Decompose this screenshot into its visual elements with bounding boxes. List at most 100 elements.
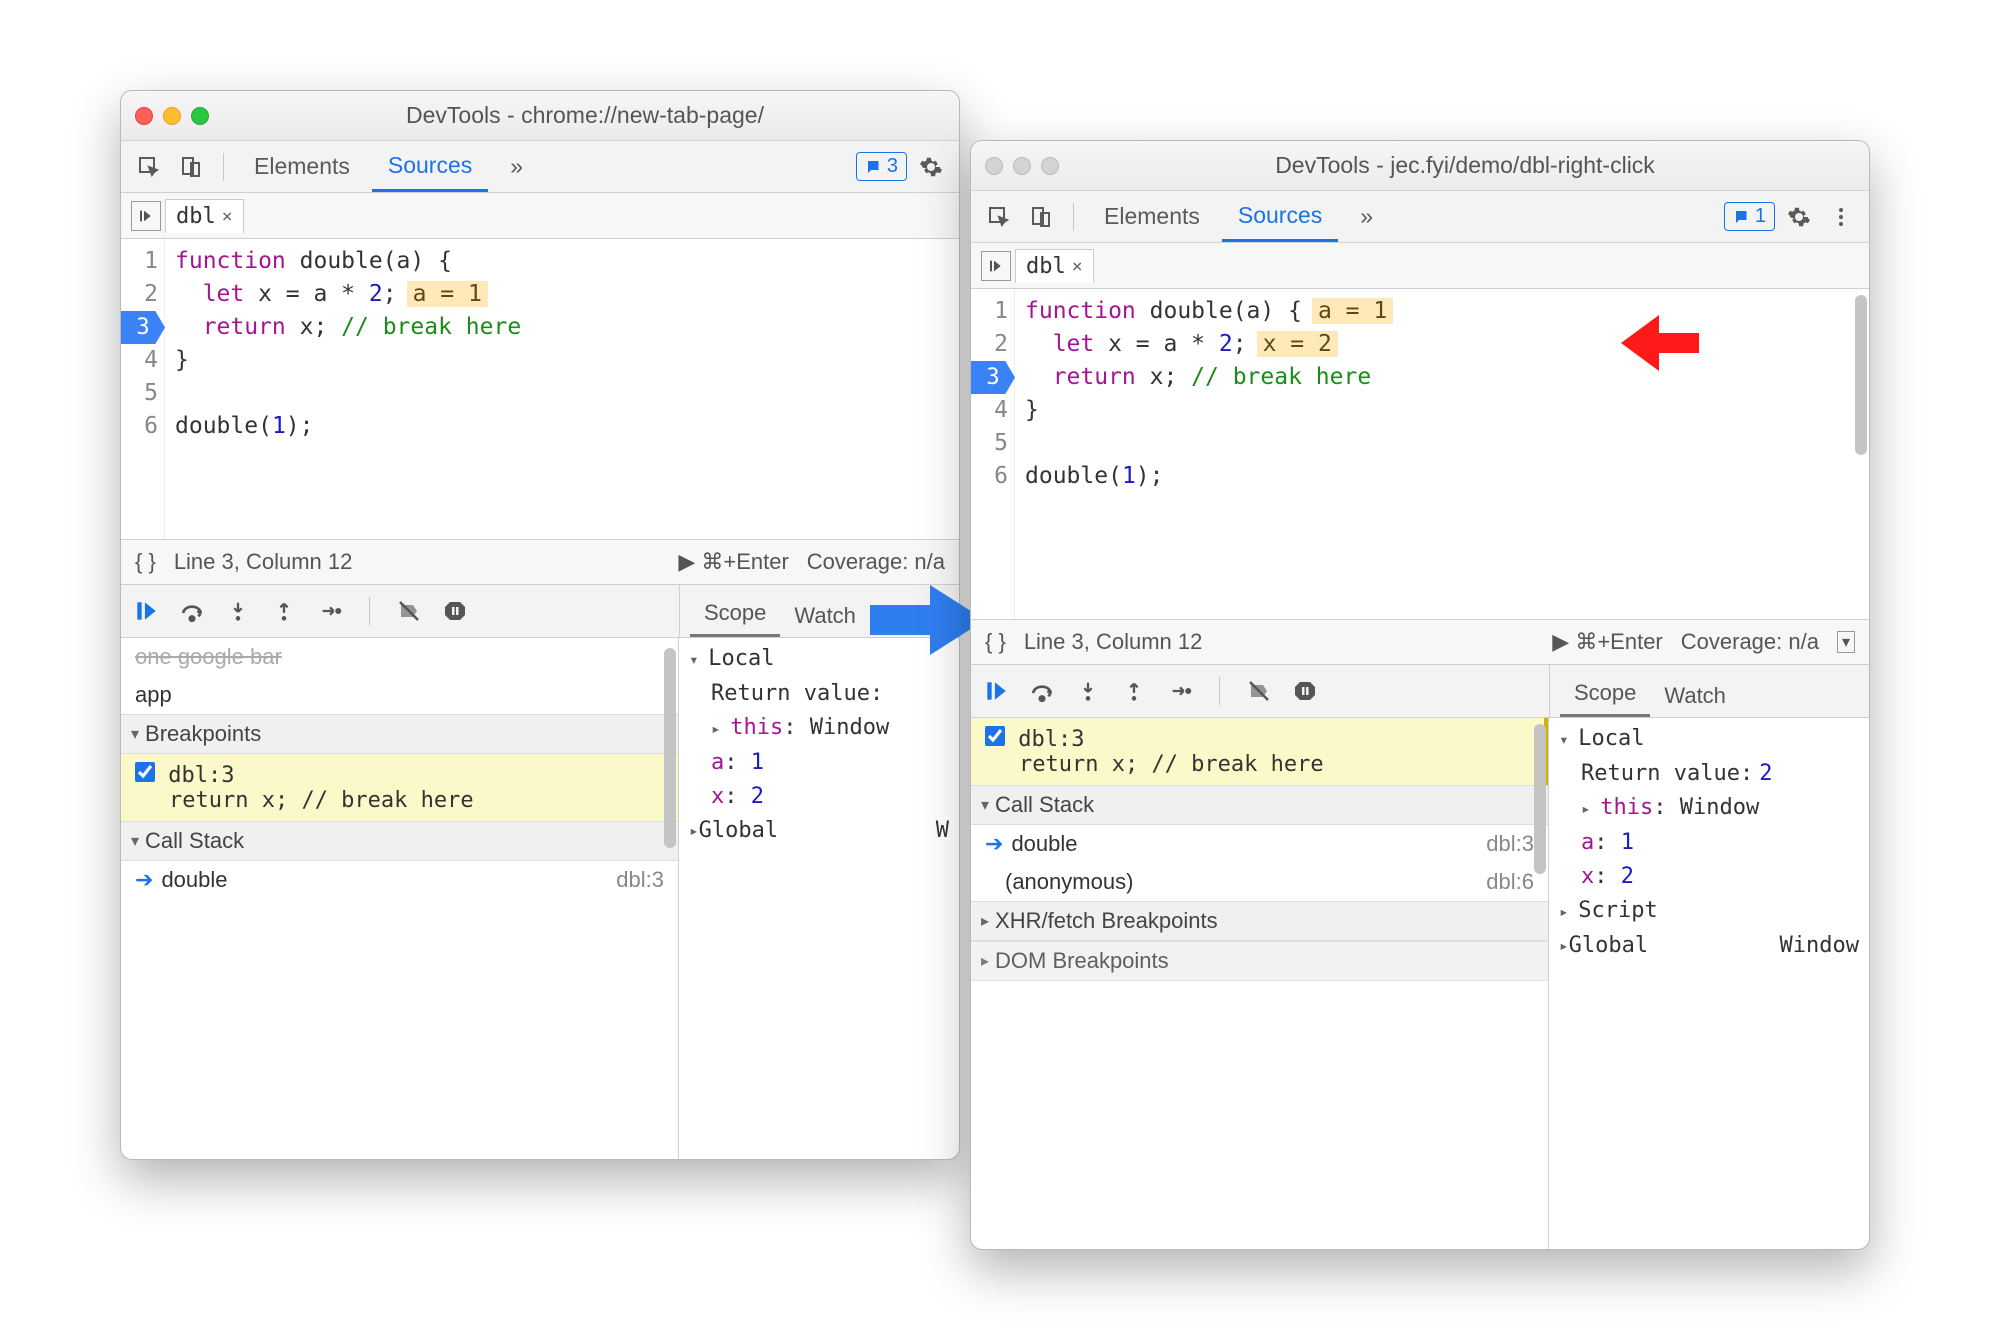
close-window-icon[interactable] xyxy=(135,107,153,125)
step-into-icon[interactable] xyxy=(1073,676,1103,706)
breakpoint-item[interactable]: dbl:3 return x; // break here xyxy=(971,718,1548,785)
section-call-stack[interactable]: ▾Call Stack xyxy=(971,785,1548,825)
scope-pane[interactable]: Local Return value: 2 this: Window a: 1 … xyxy=(1549,718,1869,1249)
debugger-left-pane[interactable]: one google bar app ▾Breakpoints dbl:3 re… xyxy=(121,638,679,1159)
scrollbar-thumb[interactable] xyxy=(1534,724,1546,874)
tab-more-icon[interactable]: » xyxy=(494,141,539,192)
code-editor[interactable]: 3 1 2 3 4 5 6 function double(a) {a = 1 … xyxy=(971,289,1869,619)
pretty-print-icon[interactable]: { } xyxy=(985,629,1006,655)
issues-badge[interactable]: 3 xyxy=(856,152,907,181)
maximize-window-icon[interactable] xyxy=(191,107,209,125)
deactivate-breakpoints-icon[interactable] xyxy=(394,596,424,626)
navigator-toggle-icon[interactable] xyxy=(131,201,161,231)
step-icon[interactable] xyxy=(315,596,345,626)
step-out-icon[interactable] xyxy=(269,596,299,626)
call-stack-frame[interactable]: (anonymous) dbl:6 xyxy=(971,863,1548,901)
window-title: DevTools - jec.fyi/demo/dbl-right-click xyxy=(1075,152,1855,179)
section-dom-breakpoints[interactable]: ▸DOM Breakpoints xyxy=(971,941,1548,981)
scope-global[interactable]: GlobalWindow xyxy=(1559,929,1859,963)
code-lines[interactable]: function double(a) { let x = a * 2;a = 1… xyxy=(165,239,959,539)
scope-this[interactable]: this: Window xyxy=(711,711,949,746)
pause-exceptions-icon[interactable] xyxy=(440,596,470,626)
file-tab-dbl[interactable]: dbl × xyxy=(1015,249,1094,283)
tab-sources[interactable]: Sources xyxy=(1222,191,1338,242)
window-title: DevTools - chrome://new-tab-page/ xyxy=(225,102,945,129)
tab-scope[interactable]: Scope xyxy=(690,592,780,637)
code-editor[interactable]: 3 1 2 3 4 5 6 function double(a) { let x… xyxy=(121,239,959,539)
tab-elements[interactable]: Elements xyxy=(238,141,366,192)
scope-return-value: Return value: 2 xyxy=(1581,757,1859,791)
scope-this[interactable]: this: Window xyxy=(1581,791,1859,826)
resume-icon[interactable] xyxy=(131,596,161,626)
divider xyxy=(369,597,370,625)
tab-watch[interactable]: Watch xyxy=(780,595,870,637)
code-lines[interactable]: function double(a) {a = 1 let x = a * 2;… xyxy=(1015,289,1869,619)
tab-more-icon[interactable]: » xyxy=(1344,191,1389,242)
inspect-icon[interactable] xyxy=(981,199,1017,235)
step-out-icon[interactable] xyxy=(1119,676,1149,706)
deactivate-breakpoints-icon[interactable] xyxy=(1244,676,1274,706)
scope-var-x: x: 2 xyxy=(711,780,949,814)
device-toggle-icon[interactable] xyxy=(173,149,209,185)
settings-icon[interactable] xyxy=(913,149,949,185)
minimize-window-icon[interactable] xyxy=(1013,157,1031,175)
call-stack-frame[interactable]: ➔ double dbl:3 xyxy=(121,861,678,899)
step-over-icon[interactable] xyxy=(177,596,207,626)
call-stack-frame[interactable]: ➔ double dbl:3 xyxy=(971,825,1548,863)
breakpoint-checkbox[interactable] xyxy=(985,726,1005,746)
step-into-icon[interactable] xyxy=(223,596,253,626)
frame-function: (anonymous) xyxy=(1005,869,1133,895)
inspect-icon[interactable] xyxy=(131,149,167,185)
device-toggle-icon[interactable] xyxy=(1023,199,1059,235)
issues-badge[interactable]: 1 xyxy=(1724,202,1775,231)
tab-sources[interactable]: Sources xyxy=(372,141,488,192)
close-tab-icon[interactable]: × xyxy=(1072,256,1083,277)
row-app[interactable]: app xyxy=(121,676,678,714)
breakpoint-code: return x; // break here xyxy=(135,788,664,813)
file-tab-dbl[interactable]: dbl × xyxy=(165,199,244,233)
traffic-lights xyxy=(985,157,1059,175)
scope-var-a: a: 1 xyxy=(711,746,949,780)
settings-icon[interactable] xyxy=(1781,199,1817,235)
row-truncated: one google bar xyxy=(121,638,678,676)
minimize-window-icon[interactable] xyxy=(163,107,181,125)
breakpoint-checkbox[interactable] xyxy=(135,762,155,782)
sidebar-toggle-icon[interactable]: ▾ xyxy=(1837,631,1855,653)
breakpoint-item[interactable]: dbl:3 return x; // break here xyxy=(121,754,678,821)
panel-tabbar: Elements Sources » 1 xyxy=(971,191,1869,243)
line-gutter: 1 2 3 4 5 6 xyxy=(971,289,1015,619)
coverage-status: Coverage: n/a xyxy=(807,549,945,575)
scope-global[interactable]: GlobalW xyxy=(689,814,949,848)
tab-watch[interactable]: Watch xyxy=(1650,675,1740,717)
close-window-icon[interactable] xyxy=(985,157,1003,175)
scope-var-a: a: 1 xyxy=(1581,826,1859,860)
frame-location: dbl:6 xyxy=(1486,869,1534,895)
section-xhr-breakpoints[interactable]: ▸XHR/fetch Breakpoints xyxy=(971,901,1548,941)
maximize-window-icon[interactable] xyxy=(1041,157,1059,175)
navigator-toggle-icon[interactable] xyxy=(981,251,1011,281)
scope-script[interactable]: Script xyxy=(1559,894,1859,929)
resume-icon[interactable] xyxy=(981,676,1011,706)
tab-elements[interactable]: Elements xyxy=(1088,191,1216,242)
scrollbar-thumb[interactable] xyxy=(1855,295,1867,455)
devtools-window-a: DevTools - chrome://new-tab-page/ Elemen… xyxy=(120,90,960,1160)
step-over-icon[interactable] xyxy=(1027,676,1057,706)
titlebar[interactable]: DevTools - chrome://new-tab-page/ xyxy=(121,91,959,141)
pause-exceptions-icon[interactable] xyxy=(1290,676,1320,706)
debugger-left-pane[interactable]: dbl:3 return x; // break here ▾Call Stac… xyxy=(971,718,1549,1249)
scope-pane[interactable]: Local Return value: this: Window a: 1 x:… xyxy=(679,638,959,1159)
file-tab-label: dbl xyxy=(176,204,216,229)
scrollbar-thumb[interactable] xyxy=(664,648,676,848)
close-tab-icon[interactable]: × xyxy=(222,206,233,227)
titlebar[interactable]: DevTools - jec.fyi/demo/dbl-right-click xyxy=(971,141,1869,191)
step-icon[interactable] xyxy=(1165,676,1195,706)
section-breakpoints[interactable]: ▾Breakpoints xyxy=(121,714,678,754)
line-gutter: 1 2 3 4 5 6 xyxy=(121,239,165,539)
kebab-menu-icon[interactable] xyxy=(1823,199,1859,235)
issues-count: 3 xyxy=(887,155,898,178)
scope-local[interactable]: Local xyxy=(1559,722,1859,757)
pretty-print-icon[interactable]: { } xyxy=(135,549,156,575)
breakpoint-label: dbl:3 xyxy=(1018,727,1084,752)
tab-scope[interactable]: Scope xyxy=(1560,672,1650,717)
section-call-stack[interactable]: ▾Call Stack xyxy=(121,821,678,861)
